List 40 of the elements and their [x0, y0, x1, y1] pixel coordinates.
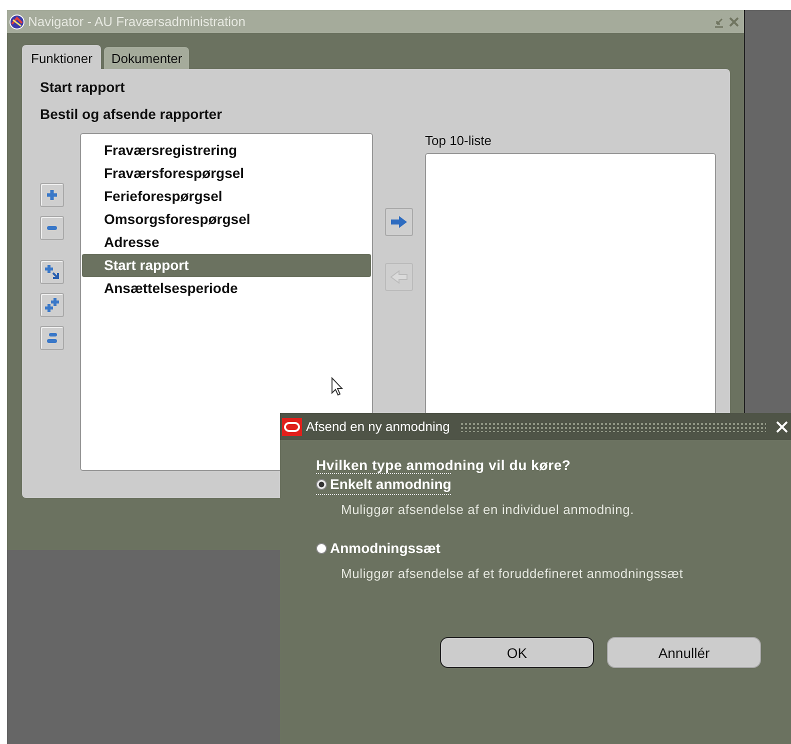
- radio-option[interactable]: Enkelt anmodning: [316, 473, 452, 495]
- option-description: Muliggør afsendelse af en individuel anmodning.: [341, 502, 636, 517]
- minus-icon: [46, 225, 58, 231]
- tab[interactable]: Dokumenter: [104, 47, 190, 69]
- list-item[interactable]: Ferieforespørgsel: [82, 185, 371, 208]
- minimize-icon[interactable]: [713, 16, 725, 28]
- double-plus-button[interactable]: [40, 293, 64, 317]
- section-heading: Start rapport: [40, 79, 126, 95]
- left-arrow-icon: [390, 270, 408, 284]
- minus-button[interactable]: [40, 216, 64, 240]
- list-item[interactable]: Omsorgsforespørgsel: [82, 208, 371, 231]
- dialog-title: Afsend en ny anmodning: [306, 419, 450, 434]
- list-item[interactable]: Fraværsregistrering: [82, 139, 371, 162]
- list-item[interactable]: Start rapport: [82, 254, 371, 277]
- list-item[interactable]: Fraværsforespørgsel: [82, 162, 371, 185]
- tab[interactable]: Funktioner: [22, 45, 102, 69]
- double-minus-button[interactable]: [40, 326, 64, 350]
- right-arrow-button[interactable]: [385, 208, 413, 236]
- radio-button[interactable]: [316, 478, 327, 490]
- plus-icon: [46, 189, 58, 201]
- ok-button[interactable]: OK: [440, 637, 594, 668]
- double-minus-icon: [46, 332, 58, 344]
- double-plus-icon: [44, 297, 60, 313]
- list-item[interactable]: Ansættelsesperiode: [82, 277, 371, 300]
- section-subheading: Bestil og afsende rapporter: [40, 106, 224, 122]
- plus-arrow-button[interactable]: [40, 260, 64, 284]
- plus-arrow-icon: [44, 264, 60, 280]
- right-arrow-icon: [390, 215, 408, 229]
- dialog-question: Hvilken type anmodning vil du køre?: [316, 457, 572, 473]
- logo-icon: [282, 418, 302, 436]
- list-label: Top 10-liste: [425, 133, 492, 150]
- cancel-button[interactable]: Annullér: [607, 637, 761, 668]
- option-description: Muliggør afsendelse af et foruddefineret anmodningssæt: [341, 566, 684, 581]
- window-title: Navigator - AU Fraværsadministration: [28, 14, 246, 29]
- radio-option[interactable]: Anmodningssæt: [316, 537, 440, 559]
- plus-button[interactable]: [40, 183, 64, 207]
- radio-button[interactable]: [316, 542, 327, 554]
- globe-icon: [9, 14, 25, 30]
- list-item[interactable]: Adresse: [82, 231, 371, 254]
- pointer-cursor-icon: [331, 377, 343, 397]
